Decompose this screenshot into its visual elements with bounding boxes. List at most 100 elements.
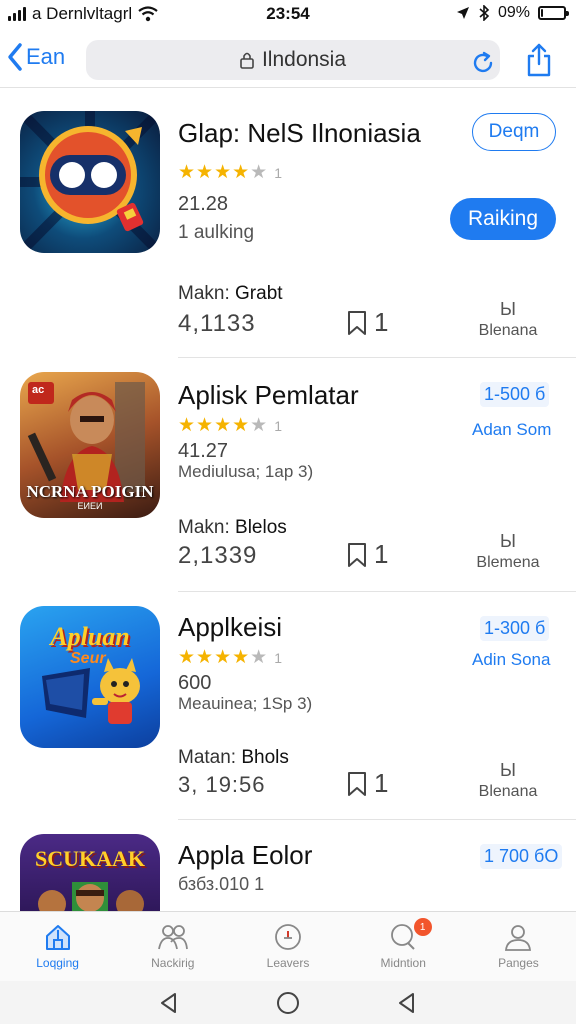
app-icon[interactable]: Apluan Seur — [20, 606, 160, 748]
app-meta-1: бзбз.010 1 — [178, 874, 265, 894]
app-name: Glap: NelS Ilnoniasia — [178, 118, 421, 148]
rating-stars: ★★★★★ 1 — [178, 161, 283, 184]
app-name: Appla Eolor — [178, 840, 313, 870]
get-button[interactable]: Deqm — [472, 113, 556, 151]
detail-link[interactable]: Ы Blenana — [473, 760, 543, 801]
stars-on: ★★★★ — [178, 415, 251, 436]
rating-stars: ★★★★★ 1 — [178, 646, 283, 669]
icon-title-text: SCUKAAK — [34, 846, 145, 871]
icon-title-text: Apluan — [50, 622, 130, 651]
price-tag[interactable]: 1-300 б — [480, 616, 550, 641]
detail-icon: Ы — [500, 760, 516, 780]
price-tag[interactable]: 1-500 б — [480, 382, 550, 407]
stars-off: ★ — [250, 162, 269, 183]
app-meta-2: 1 aulking — [178, 222, 255, 243]
rating-count: 1 — [274, 418, 283, 434]
tab-label: Loqging — [36, 956, 79, 970]
lock-icon — [240, 52, 254, 69]
icon-title-text: NCRNA POIGIN — [26, 482, 154, 501]
tab-midntion[interactable]: 1 Midntion — [346, 912, 461, 981]
bluetooth-icon — [479, 5, 490, 21]
stars-off: ★ — [250, 415, 269, 436]
make-row: Makn: Grabt — [178, 283, 283, 305]
recents-icon[interactable] — [395, 991, 419, 1015]
sub-link[interactable]: Adin Sona — [472, 650, 550, 670]
list-item[interactable]: Apluan Seur Applkeisi ★★★★★ 1 600 Meauine… — [0, 592, 576, 820]
bookmark-button[interactable]: 1 — [346, 539, 388, 570]
detail-link[interactable]: Ы Blenana — [473, 299, 543, 340]
bookmark-button[interactable]: 1 — [346, 307, 388, 338]
make-label: Matan: — [178, 747, 237, 768]
tab-loqging[interactable]: Loqging — [0, 912, 115, 981]
compass-icon — [275, 924, 301, 950]
icon-sub-text: ЕИЕИ — [77, 501, 103, 511]
rating-count: 1 — [274, 650, 283, 666]
back-button[interactable]: Ean — [6, 42, 65, 72]
tab-leavers[interactable]: Leavers — [230, 912, 345, 981]
app-meta-1: 600 — [178, 672, 212, 694]
stars-on: ★★★★ — [178, 162, 251, 183]
bookmark-icon — [348, 771, 366, 796]
game-icon — [20, 111, 160, 253]
list-item[interactable]: Glap: NelS Ilnoniasia ★★★★★ 1 21.28 1 aul… — [0, 96, 576, 358]
back-triangle-icon[interactable] — [157, 991, 181, 1015]
system-nav-bar — [0, 981, 576, 1024]
notification-badge: 1 — [413, 918, 432, 936]
app-name: Aplisk Pemlatar — [178, 380, 359, 410]
make-value: Bhols — [241, 747, 289, 768]
bookmark-count: 1 — [374, 307, 389, 337]
bookmark-button[interactable]: 1 — [346, 768, 388, 799]
app-icon[interactable]: SCUKAAK — [20, 834, 160, 911]
price-tag[interactable]: 1 700 бО — [480, 844, 563, 869]
tab-nackirig[interactable]: Nackirig — [115, 912, 230, 981]
app-icon[interactable] — [20, 111, 160, 253]
make-value: Blelos — [235, 517, 287, 538]
status-bar: a Dernlvltagrl 23:54 09% — [0, 0, 576, 28]
battery-icon — [538, 6, 569, 20]
make-value: Grabt — [235, 283, 283, 304]
detail-label: Blemena — [476, 554, 540, 571]
tab-label: Nackirig — [151, 956, 195, 970]
home-icon — [45, 925, 70, 950]
tab-bar: Loqging Nackirig Leavers 1 Midntion Pang… — [0, 911, 576, 981]
app-list: Glap: NelS Ilnoniasia ★★★★★ 1 21.28 1 aul… — [0, 96, 576, 911]
home-circle-icon[interactable] — [275, 990, 301, 1016]
sub-link[interactable]: Adan Som — [472, 420, 551, 440]
ranking-button[interactable]: Raiking — [450, 198, 556, 240]
detail-label: Blenana — [478, 783, 538, 800]
app-meta-2: Meauinea; 1Sp 3) — [178, 694, 313, 713]
detail-link[interactable]: Ы Blemena — [473, 531, 543, 572]
list-item[interactable]: ас NCRNA POIGIN ЕИЕИ Aplisk Pemlatar ★★★… — [0, 358, 576, 592]
icon-badge-text: ас — [32, 384, 45, 396]
app-meta-1: 41.27 — [178, 440, 229, 462]
chevron-left-icon — [8, 43, 22, 71]
url-text: Ilndonsia — [261, 48, 347, 71]
tab-label: Midntion — [380, 956, 426, 970]
download-count: 3, 19:56 — [178, 772, 266, 797]
app-icon[interactable]: ас NCRNA POIGIN ЕИЕИ — [20, 372, 160, 518]
share-icon[interactable] — [524, 42, 554, 78]
reload-icon[interactable] — [470, 50, 496, 76]
bookmark-icon — [348, 542, 366, 567]
bookmark-count: 1 — [374, 539, 389, 569]
back-label: Ean — [26, 44, 66, 69]
detail-icon: Ы — [500, 299, 516, 319]
app-meta-1: 21.28 — [178, 193, 229, 215]
bookmark-count: 1 — [374, 768, 389, 798]
rating-count: 1 — [274, 165, 283, 181]
list-item[interactable]: SCUKAAK Appla Eolor бзбз.010 1 1 700 бО — [0, 820, 576, 911]
make-row: Matan: Bhols — [178, 747, 289, 769]
location-icon — [456, 7, 469, 19]
url-bar[interactable]: Ilndonsia — [86, 40, 500, 80]
app-name: Applkeisi — [178, 612, 283, 642]
make-label: Makn: — [178, 283, 230, 304]
stars-off: ★ — [250, 647, 269, 668]
battery-percent: 09% — [497, 4, 530, 21]
tab-label: Leavers — [266, 956, 310, 970]
detail-label: Blenana — [478, 322, 538, 339]
status-right: 09% — [456, 4, 569, 22]
download-count: 2,1339 — [178, 542, 258, 569]
make-row: Makn: Blelos — [178, 517, 287, 539]
app-meta-2: Mediulusa; 1ap 3) — [178, 462, 314, 481]
tab-panges[interactable]: Panges — [461, 912, 576, 981]
